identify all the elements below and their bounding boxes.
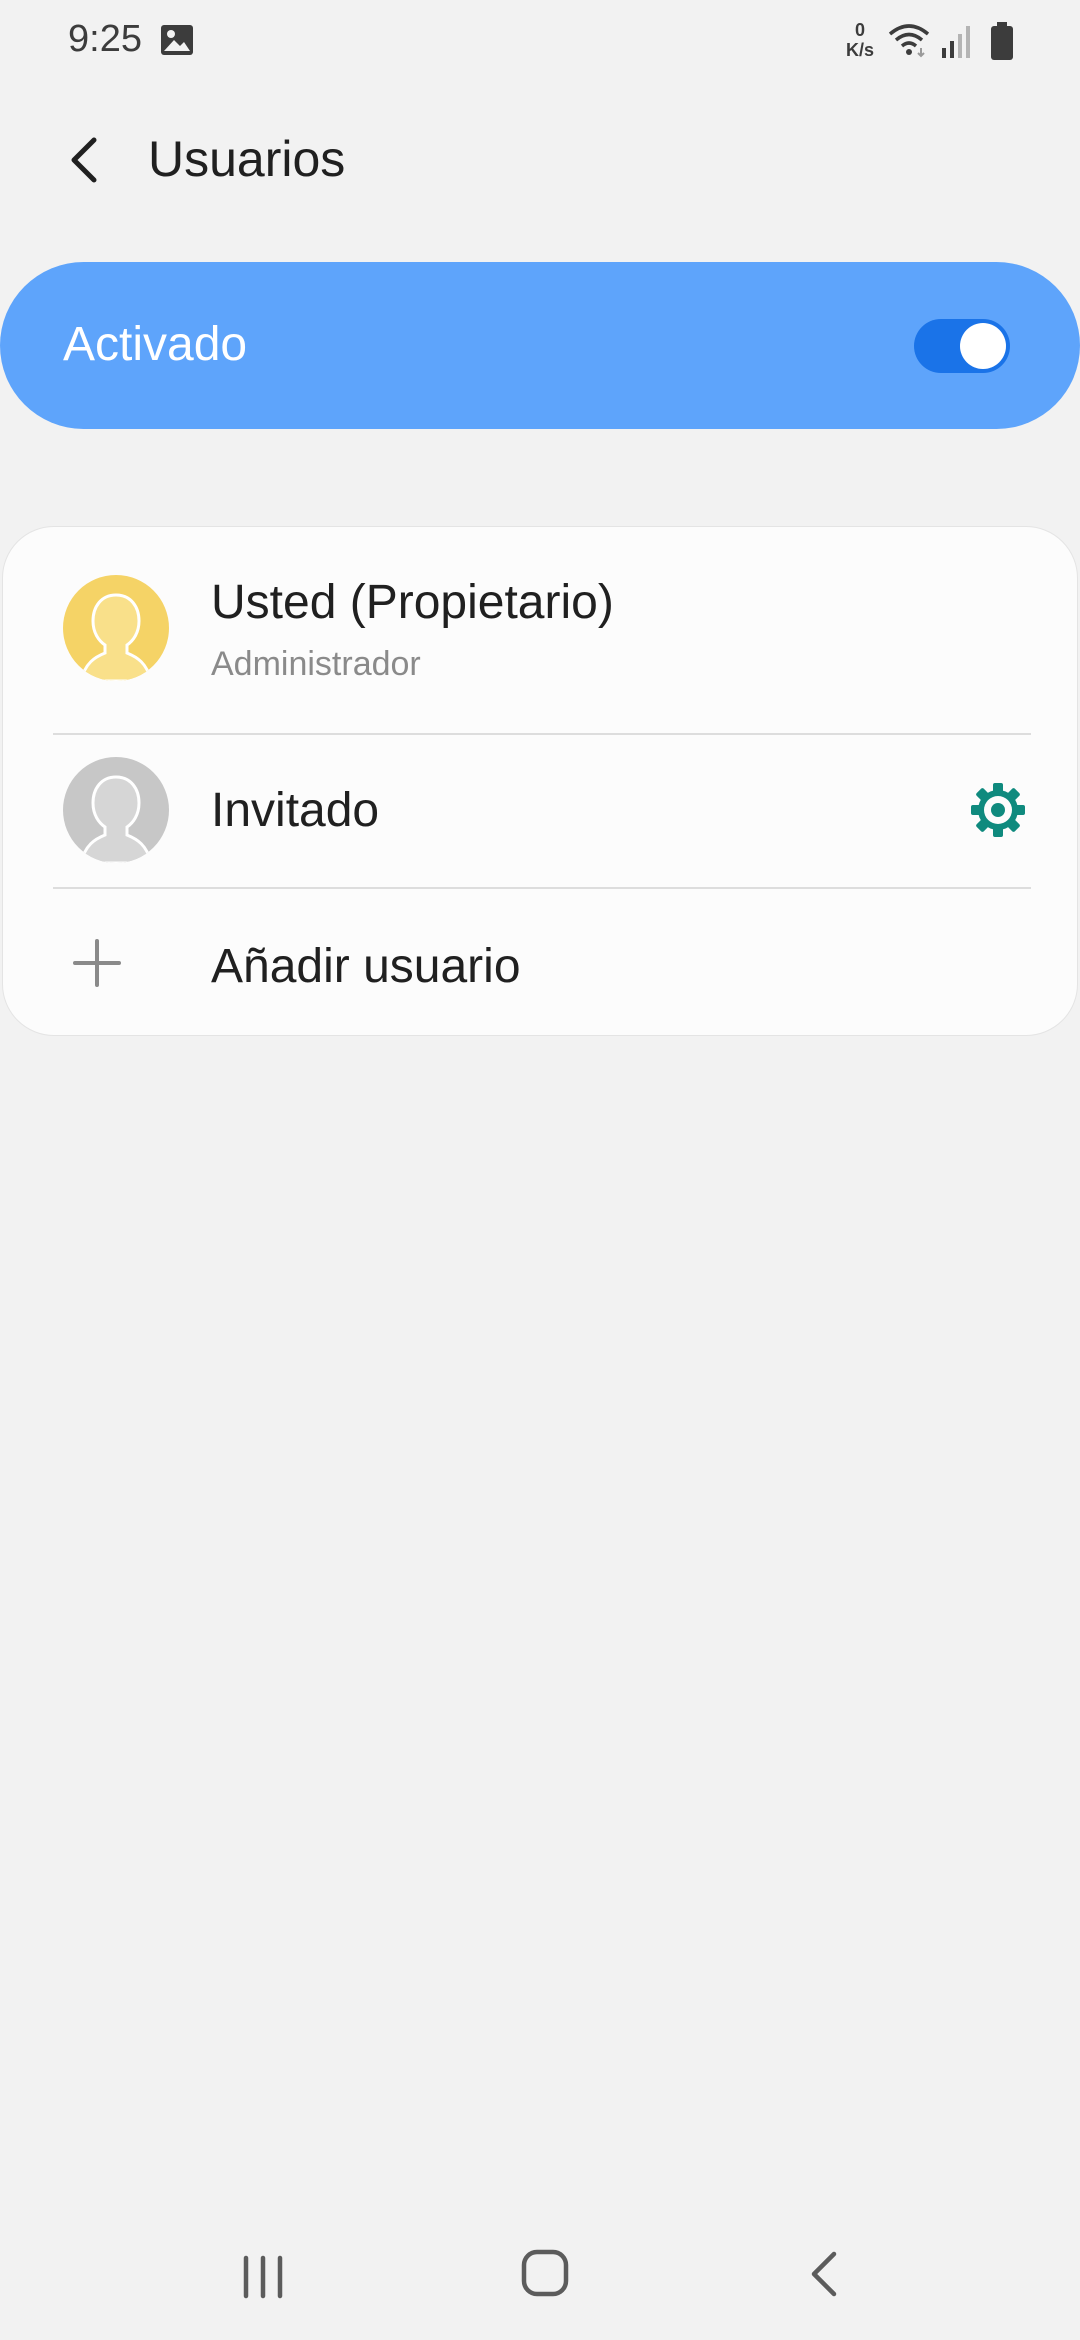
person-icon [79,775,153,863]
back-arrow-icon [71,137,97,183]
guest-name: Invitado [211,784,380,837]
add-user-label: Añadir usuario [211,940,521,993]
person-icon [79,593,153,681]
master-switch-label: Activado [63,318,248,371]
navigation-bar [0,2220,1080,2340]
page-title: Usuarios [148,131,346,187]
master-toggle[interactable] [914,319,1010,373]
status-time: 9:25 [68,18,142,60]
signal-icon [942,26,970,58]
home-icon[interactable] [516,2244,574,2302]
users-master-switch[interactable]: Activado [0,262,1080,429]
plus-icon [73,939,121,987]
net-speed-unit: K/s [845,40,874,60]
battery-icon [991,22,1013,60]
gear-icon[interactable] [967,779,1029,841]
toggle-thumb [960,323,1006,369]
app-bar: Usuarios [0,100,1080,220]
status-bar: 9:25 0 K/s [0,0,1080,84]
wifi-icon [888,24,930,58]
back-button[interactable] [52,122,116,198]
guest-avatar [63,757,169,863]
user-row-guest[interactable]: Invitado [3,735,1077,887]
owner-role: Administrador [211,645,421,683]
add-user-button[interactable]: Añadir usuario [3,889,1077,1037]
recents-icon[interactable] [234,2248,292,2306]
owner-name: Usted (Propietario) [211,576,614,629]
user-row-owner[interactable]: Usted (Propietario) Administrador [3,527,1077,733]
back-icon[interactable] [800,2244,850,2304]
user-list-card: Usted (Propietario) Administrador Invita… [2,526,1078,1036]
net-speed-value: 0 [854,20,865,40]
owner-avatar [63,575,169,681]
gallery-icon [161,25,193,55]
net-speed-indicator: 0 K/s [838,20,882,60]
